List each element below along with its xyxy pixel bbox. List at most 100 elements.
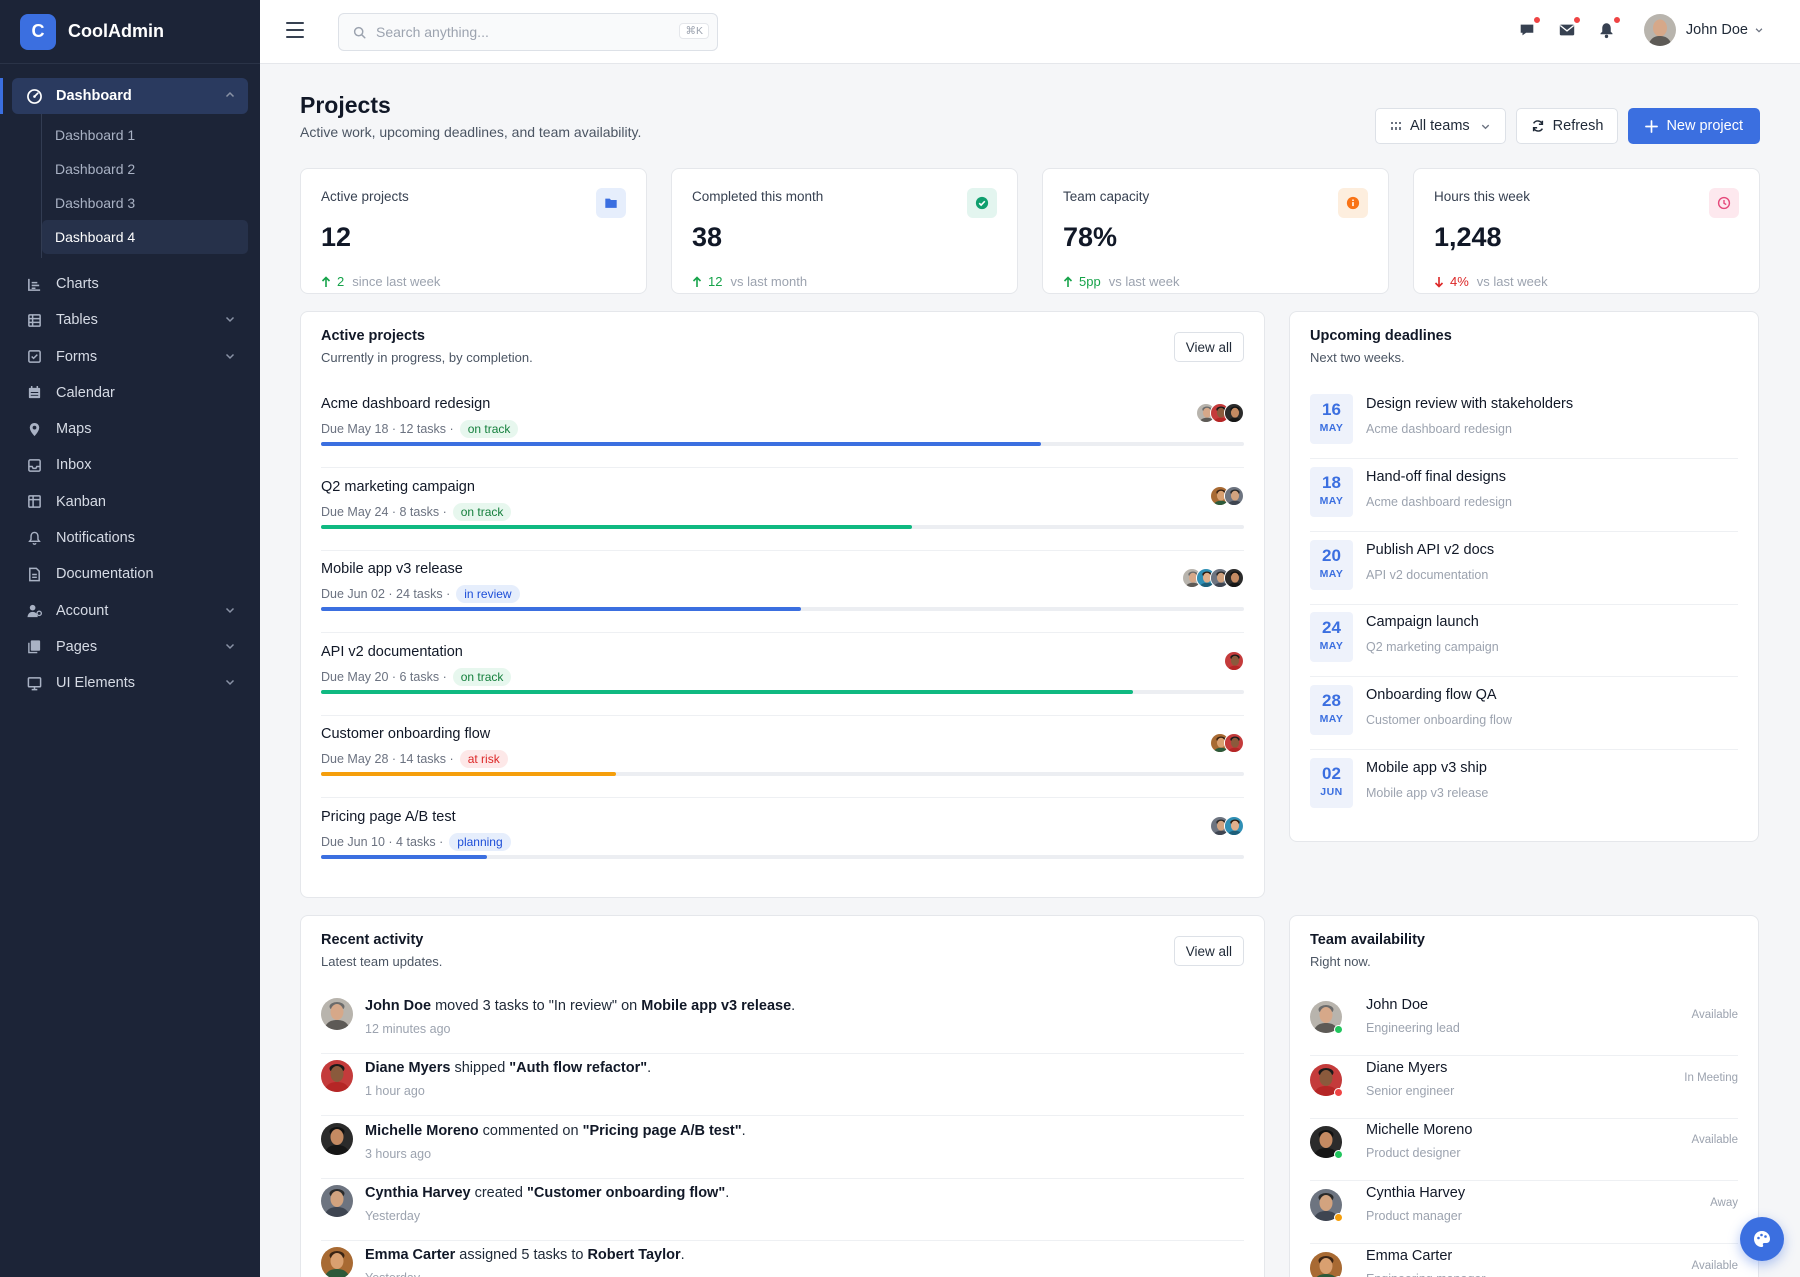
sidebar-item-notifications[interactable]: Notifications xyxy=(12,520,248,556)
activity-object[interactable]: "Customer onboarding flow" xyxy=(527,1185,725,1201)
activity-user[interactable]: Diane Myers xyxy=(365,1060,450,1076)
project-row[interactable]: Customer onboarding flow Due May 28 · 14 … xyxy=(321,716,1244,798)
deadline-date: 18 MAY xyxy=(1310,466,1353,517)
avatar xyxy=(321,998,353,1030)
arrow-up-icon xyxy=(692,275,702,287)
card-subtitle: Next two weeks. xyxy=(1310,350,1405,365)
deadline-item[interactable]: 16 MAY Design review with stakeholders Acme… xyxy=(1310,394,1738,467)
project-member-avatars xyxy=(1210,485,1244,506)
chevron-down-icon xyxy=(225,353,235,359)
team-member[interactable]: Diane Myers Senior engineer In Meeting xyxy=(1310,1056,1738,1119)
stat-value: 38 xyxy=(692,222,723,252)
activity-time: Yesterday xyxy=(365,1208,421,1223)
sidebar-item-dashboard[interactable]: Dashboard xyxy=(0,78,248,114)
team-member[interactable]: Michelle Moreno Product designer Available xyxy=(1310,1118,1738,1182)
deadline-item[interactable]: 18 MAY Hand-off final designs Acme dashboar… xyxy=(1310,466,1738,540)
sidebar-subitem-dashboard-1[interactable]: Dashboard 1 xyxy=(42,118,248,152)
sidebar-item-ui-elements[interactable]: UI Elements xyxy=(12,665,248,701)
search-icon xyxy=(353,26,366,39)
sidebar-item-label: Dashboard xyxy=(56,88,132,104)
status-badge: on track xyxy=(452,502,512,521)
activity-user[interactable]: Cynthia Harvey xyxy=(365,1185,471,1201)
stat-delta-value: 12 xyxy=(708,274,723,289)
menu-toggle-icon[interactable] xyxy=(286,22,304,38)
activity-object[interactable]: Mobile app v3 release xyxy=(641,998,791,1014)
table-icon xyxy=(26,312,42,328)
activity-user[interactable]: John Doe xyxy=(365,998,431,1014)
bell-icon xyxy=(26,530,42,546)
project-due: Due Jun 10 · 4 tasks · xyxy=(321,834,444,849)
team-member[interactable]: Emma Carter Engineering manager Available xyxy=(1310,1244,1738,1277)
project-row[interactable]: Acme dashboard redesign Due May 18 · 12 t… xyxy=(321,386,1244,468)
deadline-item[interactable]: 28 MAY Onboarding flow QA Customer onboardi… xyxy=(1310,685,1738,758)
recent-activity-card: Recent activity Latest team updates. Vie… xyxy=(300,915,1265,1277)
sidebar-item-documentation[interactable]: Documentation xyxy=(12,556,248,592)
project-row[interactable]: Q2 marketing campaign Due May 24 · 8 task… xyxy=(321,469,1244,551)
activity-text: Diane Myers shipped "Auth flow refactor"… xyxy=(365,1060,651,1076)
activity-object[interactable]: Robert Taylor xyxy=(587,1247,680,1263)
project-row[interactable]: Pricing page A/B test Due Jun 10 · 4 task… xyxy=(321,799,1244,881)
sidebar-item-maps[interactable]: Maps xyxy=(12,411,248,447)
sidebar-item-inbox[interactable]: Inbox xyxy=(12,447,248,483)
view-all-projects-button[interactable]: View all xyxy=(1173,332,1244,362)
view-all-activity-button[interactable]: View all xyxy=(1173,936,1244,966)
deadline-day: 02 xyxy=(1322,764,1341,783)
sidebar-item-calendar[interactable]: Calendar xyxy=(12,375,248,411)
member-status: Available xyxy=(1691,1259,1738,1272)
new-project-button[interactable]: New project xyxy=(1628,108,1760,144)
team-member[interactable]: John Doe Engineering lead Available xyxy=(1310,993,1738,1056)
activity-action: assigned 5 tasks to xyxy=(455,1247,588,1264)
deadline-month: MAY xyxy=(1319,640,1344,653)
sidebar-item-account[interactable]: Account xyxy=(12,593,248,629)
project-row[interactable]: API v2 documentation Due May 20 · 6 tasks… xyxy=(321,634,1244,716)
new-project-label: New project xyxy=(1666,118,1743,134)
stat-card: Hours this week 1,248 4% vs last week xyxy=(1413,168,1760,294)
deadline-item[interactable]: 02 JUN Mobile app v3 ship Mobile app v3 rel… xyxy=(1310,758,1738,831)
bell-icon[interactable] xyxy=(1596,16,1621,41)
activity-user[interactable]: Michelle Moreno xyxy=(365,1123,479,1139)
project-meta: Due Jun 10 · 4 tasks · planning xyxy=(321,832,511,851)
member-status: Available xyxy=(1691,1009,1738,1021)
topbar: ⌘K John Doe xyxy=(260,0,1800,64)
deadline-item[interactable]: 20 MAY Publish API v2 docs API v2 documenta… xyxy=(1310,539,1738,613)
theme-palette-button[interactable] xyxy=(1740,1217,1784,1261)
project-row[interactable]: Mobile app v3 release Due Jun 02 · 24 tas… xyxy=(321,551,1244,633)
sidebar-item-kanban[interactable]: Kanban xyxy=(12,484,248,520)
deadline-date: 28 MAY xyxy=(1310,685,1353,736)
sidebar-item-label: Documentation xyxy=(56,566,154,583)
status-badge: on track xyxy=(459,420,519,438)
deadline-item[interactable]: 24 MAY Campaign launch Q2 marketing campaig… xyxy=(1310,612,1738,685)
activity-user[interactable]: Emma Carter xyxy=(365,1247,455,1263)
clock-icon xyxy=(1709,188,1739,218)
search-box[interactable]: ⌘K xyxy=(338,13,718,51)
sidebar-item-tables[interactable]: Tables xyxy=(12,302,248,338)
search-input[interactable] xyxy=(376,24,666,40)
team-filter-select[interactable]: All teams xyxy=(1375,108,1506,144)
deadline-date: 16 MAY xyxy=(1310,394,1353,444)
sidebar-subitem-dashboard-2[interactable]: Dashboard 2 xyxy=(42,152,248,186)
sidebar-item-pages[interactable]: Pages xyxy=(12,629,248,665)
deadline-project: Acme dashboard redesign xyxy=(1366,422,1512,436)
chevron-down-icon xyxy=(225,643,235,650)
brand[interactable]: C CoolAdmin xyxy=(0,0,260,64)
stat-card: Team capacity 78% 5pp vs last week xyxy=(1042,168,1389,294)
activity-object[interactable]: "Auth flow refactor" xyxy=(509,1060,647,1076)
chevron-up-icon xyxy=(225,91,235,98)
sidebar-item-forms[interactable]: Forms xyxy=(12,339,248,375)
mail-icon[interactable] xyxy=(1556,16,1581,41)
deadline-month: MAY xyxy=(1319,422,1344,434)
sidebar-subitem-dashboard-4[interactable]: Dashboard 4 xyxy=(42,220,248,254)
refresh-button[interactable]: Refresh xyxy=(1515,108,1619,144)
sidebar-item-charts[interactable]: Charts xyxy=(12,266,248,302)
deadline-project: Q2 marketing campaign xyxy=(1366,640,1499,655)
sidebar-item-label: Account xyxy=(56,602,109,619)
activity-object[interactable]: "Pricing page A/B test" xyxy=(583,1123,742,1139)
member-role: Senior engineer xyxy=(1366,1083,1455,1098)
avatar xyxy=(321,1184,353,1217)
user-menu[interactable]: John Doe xyxy=(1643,14,1764,46)
sidebar-subitem-dashboard-3[interactable]: Dashboard 3 xyxy=(42,186,248,220)
sidebar-nav: Dashboard Dashboard 1 Dashboard 2 Dashbo… xyxy=(0,64,260,701)
chat-icon[interactable] xyxy=(1516,16,1541,41)
sidebar: C CoolAdmin Dashboard Dashboard 1 Dashbo… xyxy=(0,0,260,1277)
team-member[interactable]: Cynthia Harvey Product manager Away xyxy=(1310,1181,1738,1245)
